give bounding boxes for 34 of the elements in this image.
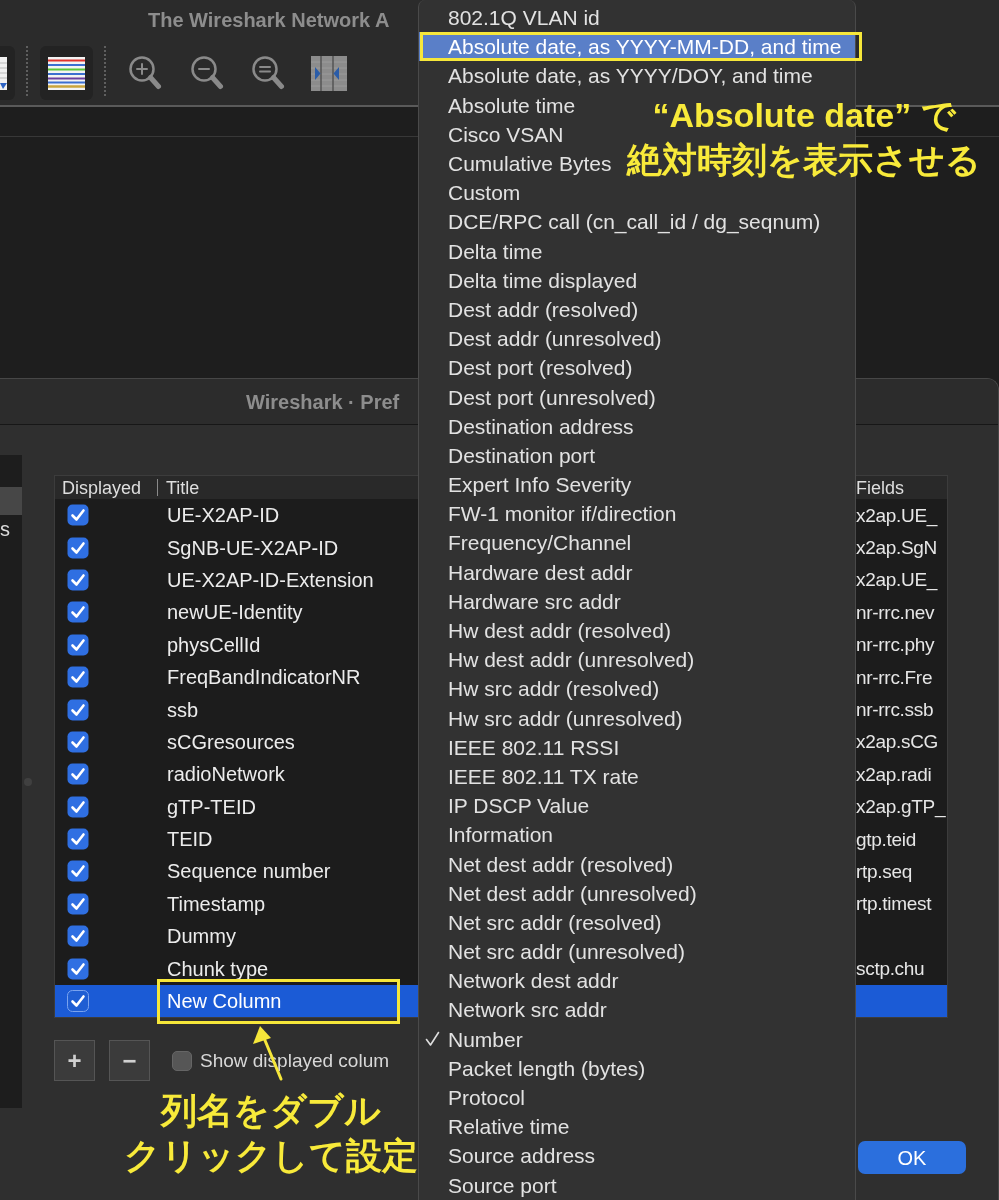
table-cell: Timestamp	[167, 893, 266, 914]
table-cell: New Column	[167, 991, 282, 1012]
table-cell: nr-rrc.ssb	[856, 700, 934, 720]
table-cell: x2ap.radi	[856, 764, 932, 784]
table-cell: sctp.chu	[856, 959, 925, 979]
table-cell: newUE-Identity	[167, 602, 303, 623]
table-cell: TEID	[167, 829, 213, 850]
table-cell: UE-X2AP-ID	[167, 505, 280, 526]
table-cell: gtp.teid	[856, 829, 916, 849]
table-cell: physCellId	[167, 634, 261, 655]
table-cell: ssb	[167, 699, 199, 720]
table-cell: rtp.timest	[856, 894, 932, 914]
table-cell: x2ap.sCG	[856, 732, 939, 752]
table-cell: x2ap.SgN	[856, 538, 938, 558]
table-cell: Dummy	[167, 926, 236, 947]
annotation-text: 列名をダブル クリックして設定	[126, 1089, 416, 1178]
table-cell: x2ap.UE_	[856, 570, 938, 590]
table-cell: FreqBandIndicatorNR	[167, 667, 361, 688]
table-cell: gTP-TEID	[167, 796, 256, 817]
table-cell: UE-X2AP-ID-Extension	[167, 569, 374, 590]
dialog-title: Wireshark · Pref	[246, 391, 400, 412]
table-cell: x2ap.gTP_	[856, 797, 946, 817]
table-cell: nr-rrc.Fre	[856, 667, 933, 687]
table-cell: rtp.seq	[856, 862, 912, 881]
table-cell: nr-rrc.nev	[856, 602, 935, 622]
table-cell: sCGresources	[167, 731, 295, 752]
table-cell: nr-rrc.phy	[856, 635, 935, 655]
table-cell: Sequence number	[167, 861, 331, 882]
window-title: The Wireshark Network A	[148, 10, 390, 30]
table-cell: x2ap.UE_	[856, 505, 938, 525]
table-cell: radioNetwork	[167, 764, 285, 785]
table-cell: Chunk type	[167, 958, 269, 979]
annotation-text: “Absolute date” で 絶対時刻を表示させる	[626, 95, 982, 181]
table-cell: SgNB-UE-X2AP-ID	[167, 537, 339, 558]
